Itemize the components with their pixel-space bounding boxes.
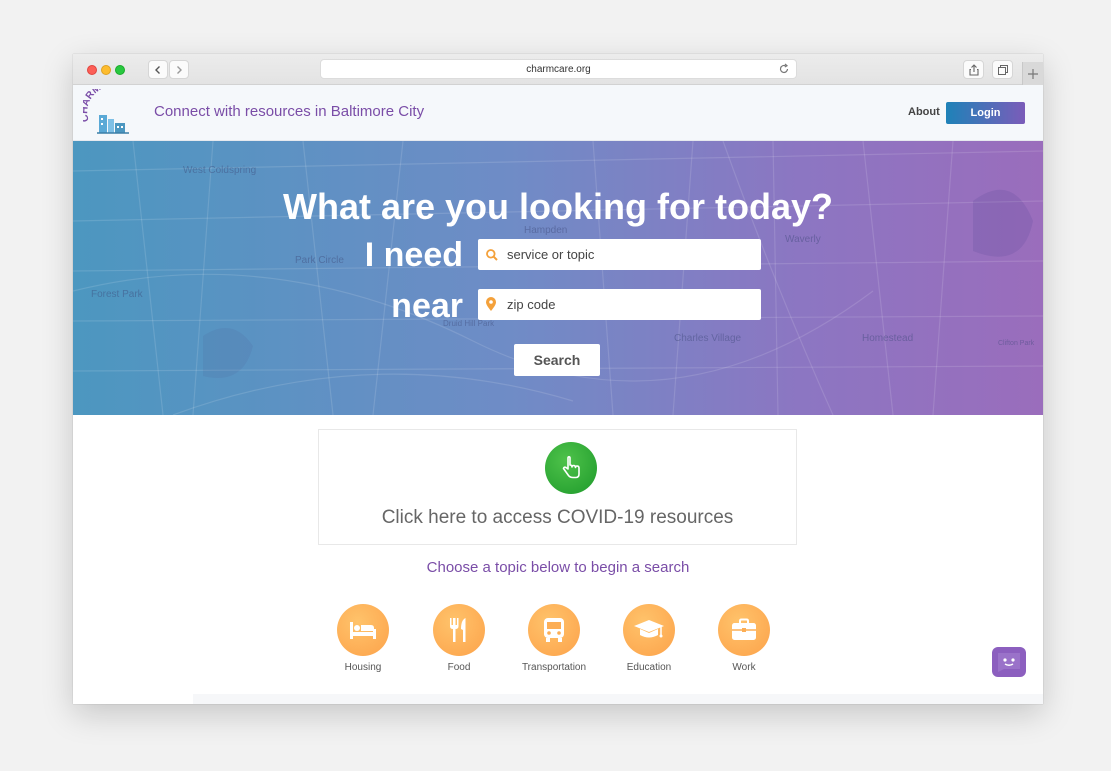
- chat-bot-icon: [998, 653, 1020, 672]
- service-search-input[interactable]: service or topic: [478, 239, 761, 270]
- new-tab-button[interactable]: [1022, 62, 1043, 85]
- map-label: West Coldspring: [183, 165, 257, 176]
- search-button[interactable]: Search: [514, 344, 600, 376]
- share-icon: [968, 63, 979, 76]
- need-label: I need: [364, 236, 463, 274]
- topic-label: Housing: [344, 662, 382, 673]
- zip-code-input[interactable]: zip code: [478, 289, 761, 320]
- map-label: Charles Village: [674, 333, 742, 344]
- forward-button[interactable]: [169, 60, 189, 79]
- zoom-window-button[interactable]: [115, 65, 125, 75]
- map-label: Homestead: [862, 333, 914, 344]
- topic-label: Transportation: [521, 662, 587, 673]
- topic-label: Education: [626, 662, 672, 673]
- reload-icon[interactable]: [778, 63, 790, 75]
- covid-resources-link-text: Click here to access COVID-19 resources: [381, 507, 734, 528]
- zip-input-placeholder: zip code: [507, 297, 556, 312]
- hand-pointer-icon: [545, 442, 597, 494]
- near-label: near: [391, 287, 463, 325]
- topic-housing[interactable]: Housing: [313, 604, 413, 673]
- share-button[interactable]: [963, 60, 984, 79]
- topic-transportation[interactable]: Transportation: [504, 604, 604, 673]
- url-text: charmcare.org: [526, 63, 591, 75]
- topic-work[interactable]: Work: [694, 604, 794, 673]
- site-tagline: Connect with resources in Baltimore City: [154, 103, 425, 120]
- plus-icon: [1028, 68, 1038, 79]
- graduation-cap-icon: [623, 604, 675, 656]
- back-button[interactable]: [148, 60, 168, 79]
- topic-food[interactable]: Food: [409, 604, 509, 673]
- topic-education[interactable]: Education: [599, 604, 699, 673]
- hero-search-section: West Coldspring Hampden Park Circle Fore…: [73, 141, 1043, 415]
- tabs-icon: [997, 64, 1008, 75]
- chevron-right-icon: [177, 65, 182, 74]
- topic-prompt: Choose a topic below to begin a search: [426, 559, 690, 576]
- address-bar[interactable]: charmcare.org: [320, 59, 797, 79]
- footer-edge: [193, 694, 1043, 704]
- topic-label: Food: [447, 662, 471, 673]
- service-input-placeholder: service or topic: [507, 247, 595, 262]
- map-pin-icon: [485, 297, 507, 312]
- login-button[interactable]: Login: [946, 102, 1025, 124]
- browser-window: charmcare.org CHARMcare: [73, 54, 1043, 704]
- utensils-icon: [433, 604, 485, 656]
- chat-widget-button[interactable]: [992, 647, 1026, 677]
- close-window-button[interactable]: [87, 65, 97, 75]
- topic-label: Work: [732, 662, 756, 673]
- hero-title: What are you looking for today?: [282, 186, 834, 227]
- map-label: Clifton Park: [998, 340, 1035, 347]
- minimize-window-button[interactable]: [101, 65, 111, 75]
- site-header: CHARMcare Connect with resources in Balt…: [73, 78, 1043, 141]
- map-label: Waverly: [785, 234, 821, 245]
- charmcare-logo[interactable]: CHARMcare: [79, 78, 141, 137]
- chevron-left-icon: [155, 65, 160, 74]
- tabs-overview-button[interactable]: [992, 60, 1013, 79]
- search-icon: [485, 248, 507, 262]
- bus-icon: [528, 604, 580, 656]
- briefcase-icon: [718, 604, 770, 656]
- bed-icon: [337, 604, 389, 656]
- about-link[interactable]: About: [908, 106, 940, 118]
- covid-resources-card[interactable]: Click here to access COVID-19 resources: [318, 429, 797, 545]
- browser-toolbar: charmcare.org: [73, 54, 1043, 85]
- map-label: Forest Park: [91, 289, 143, 300]
